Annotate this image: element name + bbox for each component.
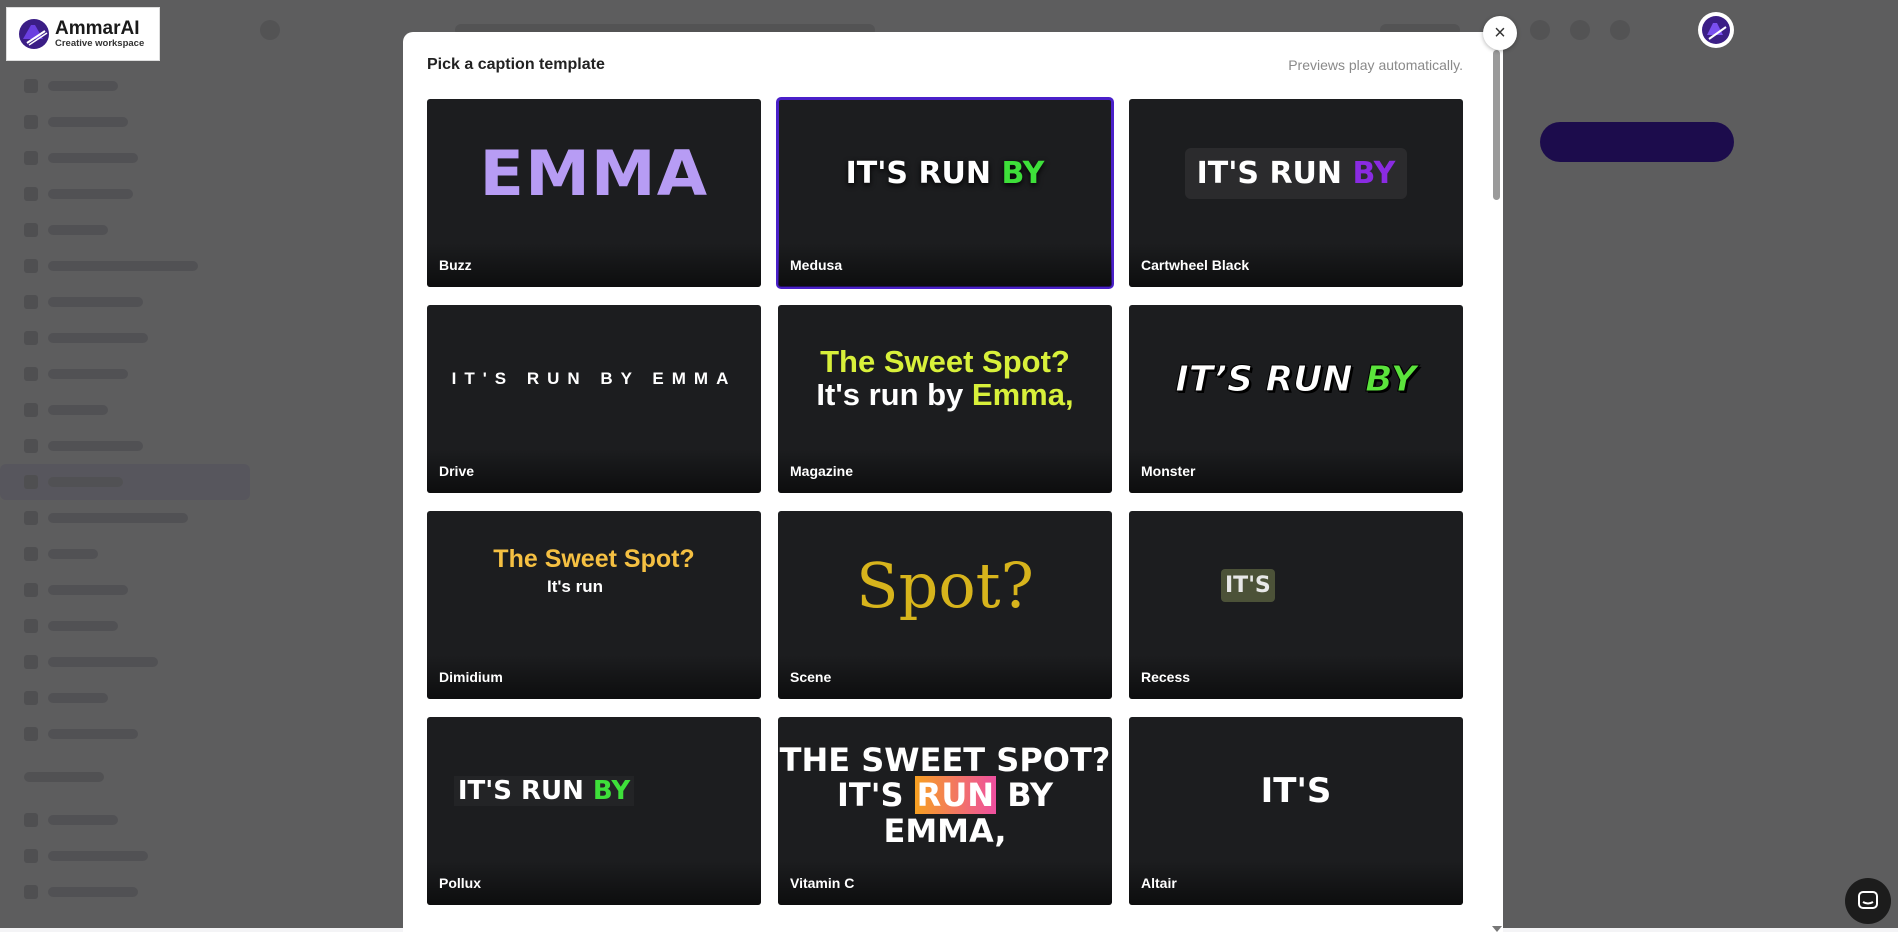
template-card-scene[interactable]: Spot? Scene	[778, 511, 1112, 699]
app-logo[interactable]: AmmarAI Creative workspace	[6, 7, 160, 61]
template-preview-text: IT'S RUN BY EMMA	[451, 369, 737, 388]
user-avatar[interactable]	[1698, 12, 1734, 48]
template-preview-text: IT'S RUN BY	[845, 155, 1045, 191]
logo-title: AmmarAI	[55, 18, 140, 40]
template-card-drive[interactable]: IT'S RUN BY EMMA Drive	[427, 305, 761, 493]
template-name: Scene	[790, 669, 832, 685]
avatar-icon	[1702, 16, 1730, 44]
template-preview-text: EMMA	[479, 136, 709, 210]
template-preview-text: IT'S RUN BY	[454, 776, 634, 806]
template-preview-text: The Sweet Spot? It's run by Emma,	[816, 344, 1074, 412]
modal-hint: Previews play automatically.	[1288, 57, 1463, 73]
template-card-cartwheel-black[interactable]: IT'S RUN BY Cartwheel Black	[1129, 99, 1463, 287]
template-name: Medusa	[790, 257, 843, 273]
template-card-pollux[interactable]: IT'S RUN BY Pollux	[427, 717, 761, 905]
template-name: Monster	[1141, 463, 1196, 479]
logo-icon	[19, 19, 49, 49]
template-grid: EMMA Buzz IT'S RUN BY Medusa IT'S RUN BY…	[427, 97, 1463, 905]
template-name: Buzz	[439, 257, 472, 273]
template-preview-text: THE SWEET SPOT? IT'S RUN BY EMMA,	[779, 741, 1111, 850]
template-card-monster[interactable]: IT’S RUN BY Monster	[1129, 305, 1463, 493]
template-name: Cartwheel Black	[1141, 257, 1250, 273]
template-preview-text: IT'S	[1260, 771, 1332, 811]
template-name: Vitamin C	[790, 875, 855, 891]
template-name: Recess	[1141, 669, 1191, 685]
template-preview-text: Spot?	[856, 548, 1034, 622]
template-card-medusa[interactable]: IT'S RUN BY Medusa	[776, 97, 1114, 289]
template-card-altair[interactable]: IT'S Altair	[1129, 717, 1463, 905]
template-preview-text: IT’S RUN BY	[1175, 358, 1417, 400]
template-preview-text: IT'S RUN BY	[1184, 147, 1408, 199]
close-modal-button[interactable]: ×	[1483, 16, 1517, 50]
template-card-magazine[interactable]: The Sweet Spot? It's run by Emma, Magazin…	[778, 305, 1112, 493]
template-card-buzz[interactable]: EMMA Buzz	[427, 99, 761, 287]
logo-subtitle: Creative workspace	[55, 37, 145, 49]
scroll-down-arrow-icon[interactable]	[1492, 926, 1502, 932]
template-card-recess[interactable]: IT'S Recess	[1129, 511, 1463, 699]
template-card-vitamin-c[interactable]: THE SWEET SPOT? IT'S RUN BY EMMA, Vitamin…	[778, 717, 1112, 905]
modal-title: Pick a caption template	[427, 56, 605, 73]
template-name: Pollux	[439, 875, 482, 891]
chat-icon	[1858, 891, 1878, 909]
template-name: Altair	[1141, 875, 1177, 891]
template-card-dimidium[interactable]: The Sweet Spot? It's run Dimidium	[427, 511, 761, 699]
template-name: Magazine	[790, 463, 854, 479]
modal-scrollbar[interactable]	[1489, 32, 1503, 932]
scrollbar-thumb[interactable]	[1493, 50, 1500, 200]
caption-template-modal: Pick a caption template Previews play au…	[403, 32, 1503, 932]
template-name: Dimidium	[439, 669, 503, 685]
template-name: Drive	[439, 463, 475, 479]
template-preview-text: The Sweet Spot? It's run	[493, 545, 695, 596]
template-preview-text: IT'S	[1221, 568, 1275, 602]
chat-support-button[interactable]	[1845, 878, 1891, 924]
